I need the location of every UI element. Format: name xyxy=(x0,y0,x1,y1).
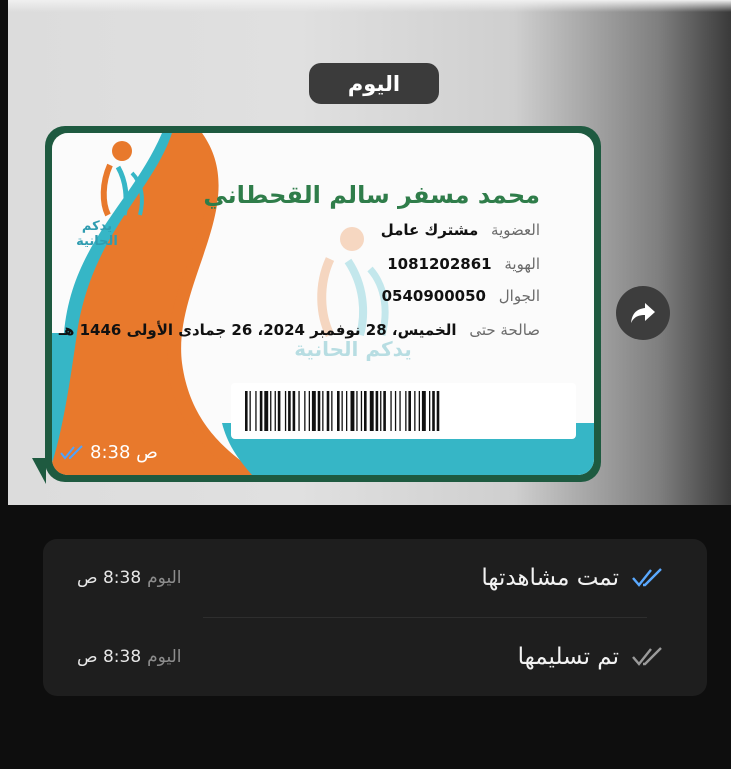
membership-row: العضوية مشترك عامل xyxy=(381,221,540,239)
message-timestamp: 8:38 ص xyxy=(60,442,158,463)
member-name: محمد مسفر سالم القحطاني xyxy=(203,181,540,209)
forward-arrow-icon xyxy=(631,303,655,323)
delivered-status: تم تسليمها xyxy=(518,644,665,670)
membership-label: العضوية xyxy=(491,221,540,239)
id-row: الهوية 1081202861 xyxy=(387,255,540,273)
seen-time-value: 8:38 ص xyxy=(77,568,142,588)
delivered-time: اليوم8:38 ص xyxy=(77,647,182,667)
seen-label: تمت مشاهدتها xyxy=(481,565,619,591)
seen-time: اليوم8:38 ص xyxy=(77,568,182,588)
barcode-icon xyxy=(245,391,440,431)
message-time-text: 8:38 ص xyxy=(90,442,158,463)
delivered-day: اليوم xyxy=(147,647,182,667)
bubble-tail xyxy=(32,458,46,484)
valid-until-value: الخميس، 28 نوفمبر 2024، 26 جمادى الأولى … xyxy=(58,321,457,339)
mobile-label: الجوال xyxy=(498,287,540,305)
double-check-icon xyxy=(632,647,662,666)
membership-card-image[interactable]: يدكم الحانية يدكم الحانية محمد مسفر سالم… xyxy=(52,133,594,475)
delivered-time-value: 8:38 ص xyxy=(77,647,142,667)
seen-day: اليوم xyxy=(147,568,182,588)
double-check-icon xyxy=(632,568,662,587)
delivered-label: تم تسليمها xyxy=(517,644,619,670)
mobile-row: الجوال 0540900050 xyxy=(382,287,540,305)
id-value: 1081202861 xyxy=(387,255,492,273)
valid-until-label: صالحة حتى xyxy=(469,321,540,339)
double-check-icon xyxy=(60,444,83,460)
membership-value: مشترك عامل xyxy=(380,221,479,239)
forward-button[interactable] xyxy=(616,286,670,340)
seen-row: تمت مشاهدتها اليوم8:38 ص xyxy=(43,539,707,617)
message-info-panel: تمت مشاهدتها اليوم8:38 ص تم تسليمها اليو… xyxy=(43,539,707,696)
barcode-box xyxy=(231,383,576,439)
seen-status: تمت مشاهدتها xyxy=(481,565,665,591)
delivered-row: تم تسليمها اليوم8:38 ص xyxy=(43,618,707,696)
mobile-value: 0540900050 xyxy=(381,287,486,305)
valid-until-row: صالحة حتى الخميس، 28 نوفمبر 2024، 26 جما… xyxy=(59,321,540,339)
chat-background: اليوم يدكم الحانية يدكم الحانية محمد مسف… xyxy=(8,0,731,505)
id-label: الهوية xyxy=(504,255,540,273)
date-divider: اليوم xyxy=(309,63,439,104)
watermark-text: يدكم الحانية xyxy=(294,337,412,361)
logo-text: يدكم الحانية xyxy=(76,219,118,249)
